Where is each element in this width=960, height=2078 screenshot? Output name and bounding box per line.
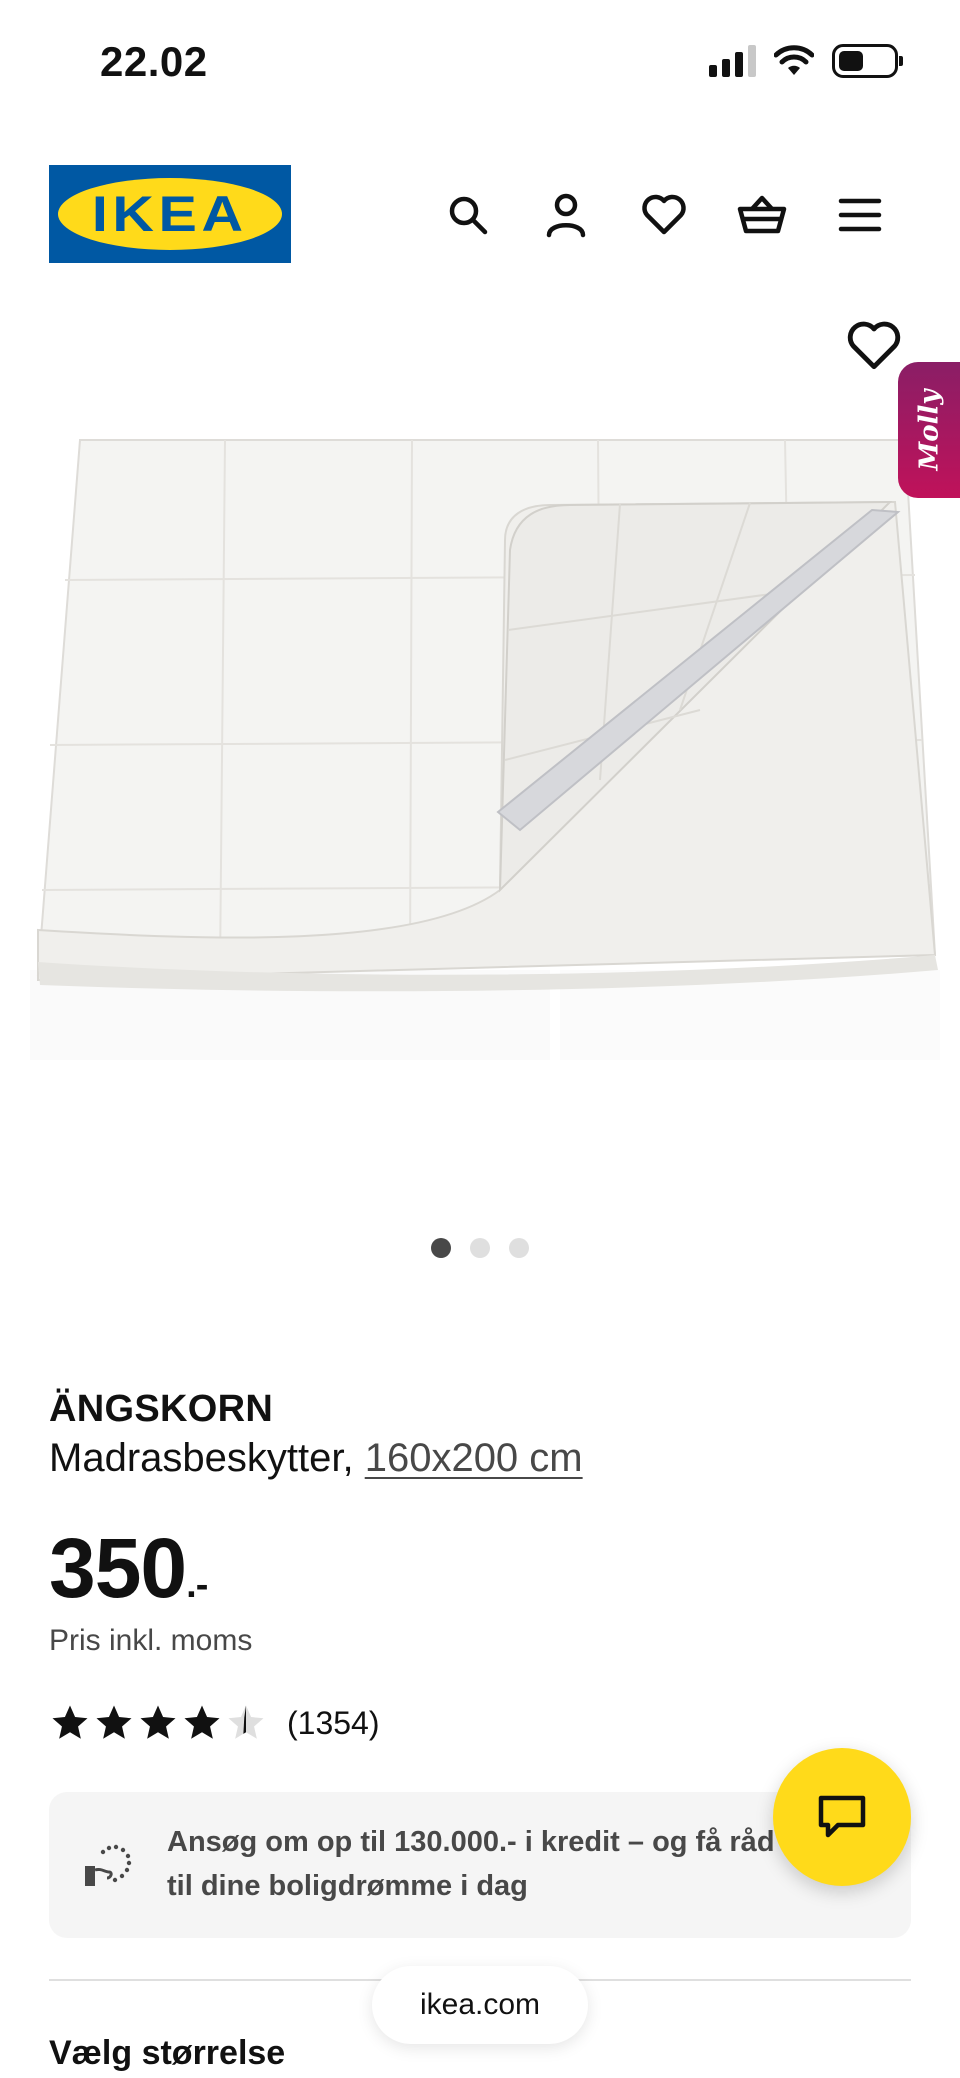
battery-icon (832, 44, 903, 78)
menu-icon[interactable] (832, 187, 888, 243)
chat-icon (818, 1795, 866, 1838)
favourites-icon[interactable] (636, 187, 692, 243)
status-icons (709, 44, 903, 78)
product-size-link[interactable]: 160x200 cm (365, 1436, 583, 1480)
browser-url-pill[interactable]: ikea.com (372, 1966, 588, 2044)
product-description: Madrasbeskytter, 160x200 cm (49, 1436, 583, 1481)
product-image-gallery[interactable]: Molly (0, 290, 960, 1190)
product-rating[interactable]: (1354) (49, 1702, 380, 1744)
choose-size-heading: Vælg størrelse (49, 2034, 286, 2072)
carousel-dot[interactable] (431, 1238, 451, 1258)
wifi-icon (774, 45, 814, 75)
carousel-dot[interactable] (509, 1238, 529, 1258)
star-icon (52, 1705, 88, 1739)
product-price: 350.- (49, 1520, 208, 1617)
chat-button[interactable] (773, 1748, 911, 1886)
status-bar: 22.02 (0, 0, 960, 130)
search-icon[interactable] (440, 187, 496, 243)
molly-label: Molly (914, 389, 945, 471)
molly-assistant-tab[interactable]: Molly (898, 362, 960, 498)
add-to-favourites-icon[interactable] (846, 320, 902, 376)
price-value: 350 (49, 1521, 187, 1615)
logo-text: IKEA (92, 186, 248, 242)
status-time: 22.02 (100, 38, 208, 85)
product-type: Madrasbeskytter, (49, 1436, 354, 1480)
ikea-logo[interactable]: IKEA (49, 165, 291, 263)
cellular-signal-icon (709, 45, 756, 77)
carousel-dot[interactable] (470, 1238, 490, 1258)
carousel-dots (0, 1238, 960, 1258)
basket-icon[interactable] (734, 187, 790, 243)
star-icon (184, 1705, 220, 1739)
rating-count[interactable]: (1354) (287, 1705, 380, 1742)
price-suffix: .- (186, 1564, 208, 1606)
vat-note: Pris inkl. moms (49, 1624, 253, 1657)
half-star-icon (228, 1705, 264, 1739)
product-image (30, 439, 940, 1060)
star-icon (140, 1705, 176, 1739)
product-name: ÄNGSKORN (49, 1388, 274, 1430)
star-icon (96, 1705, 132, 1739)
site-header: IKEA (0, 165, 960, 265)
logo-oval: IKEA (58, 178, 282, 250)
account-icon[interactable] (538, 187, 594, 243)
credit-banner-text: Ansøg om op til 130.000.- i kredit – og … (167, 1826, 775, 1902)
credit-hand-icon (85, 1844, 132, 1886)
